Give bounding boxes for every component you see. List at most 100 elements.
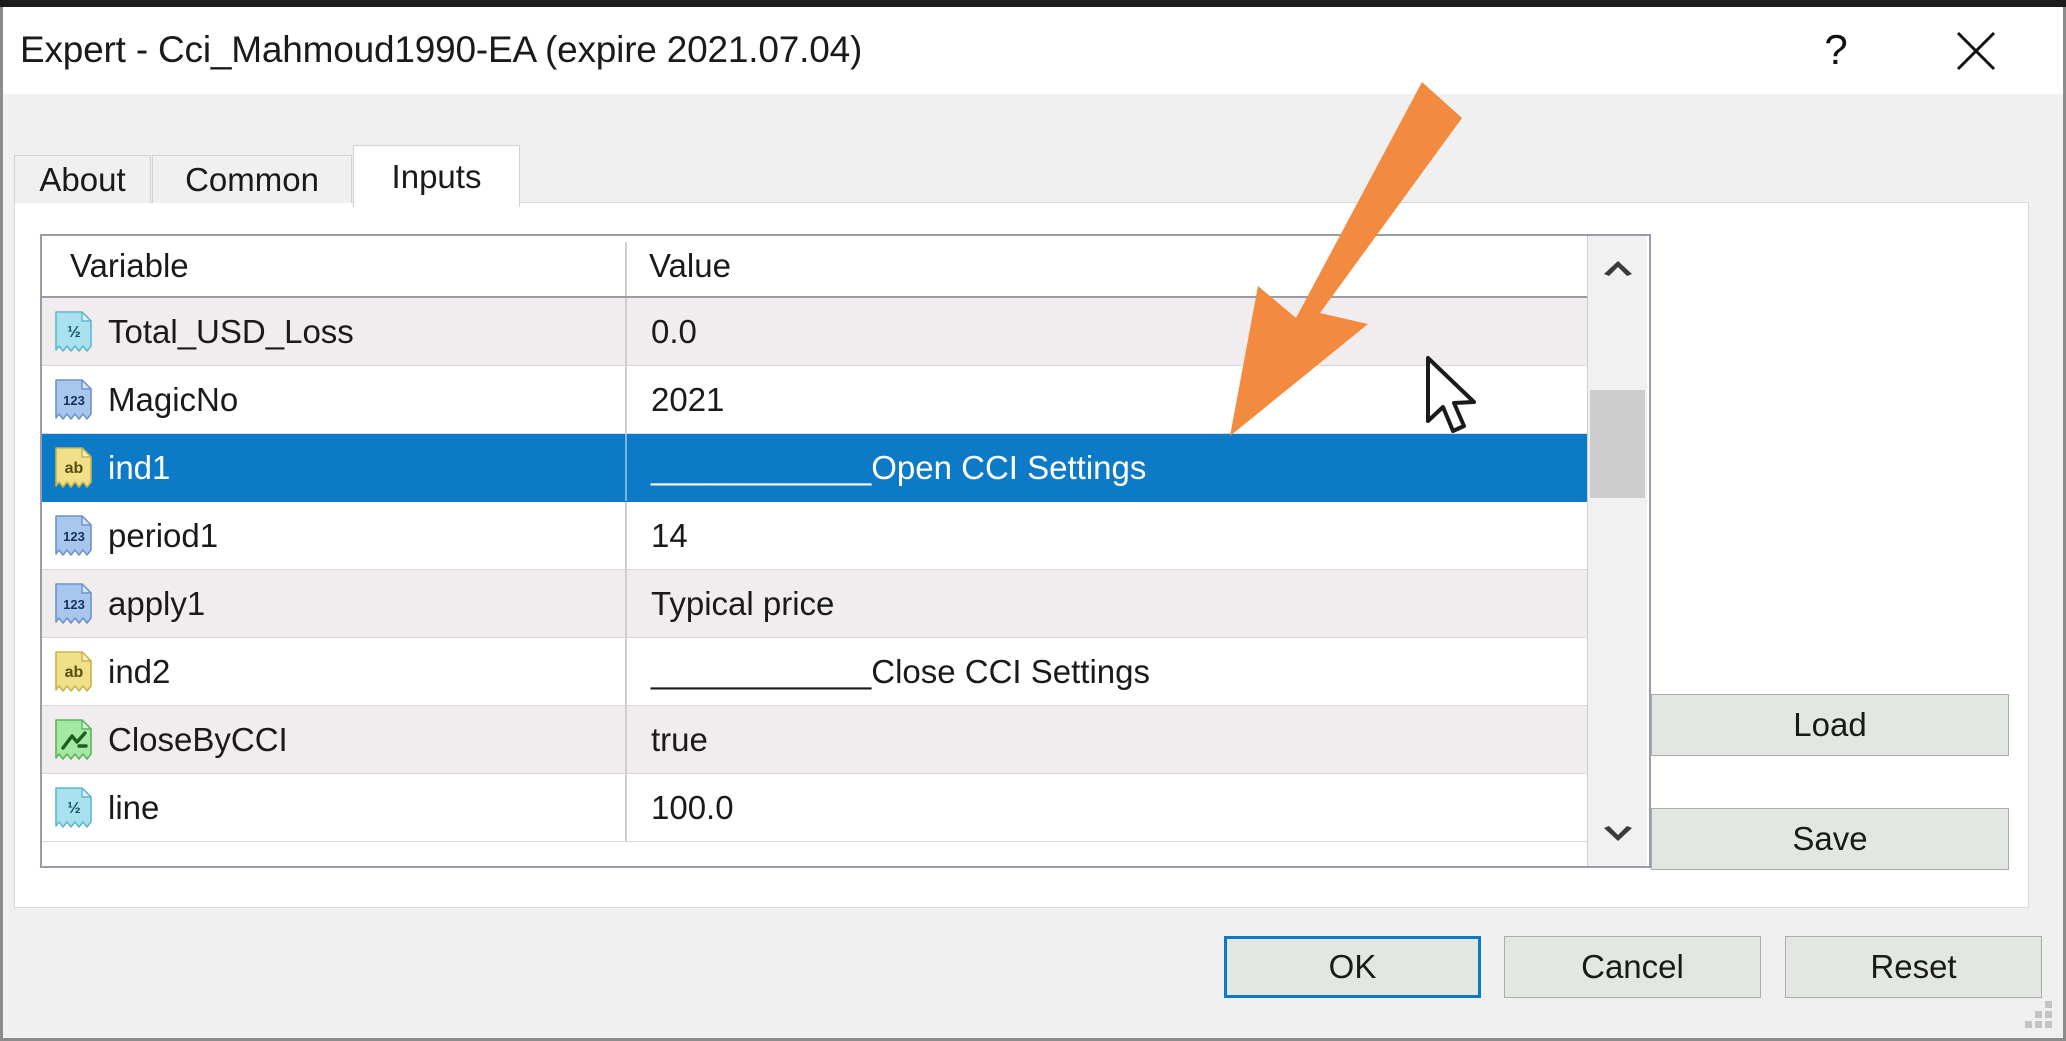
table-row[interactable]: 123 MagicNo 2021 [42,366,1587,434]
title-bar: Expert - Cci_Mahmoud1990-EA (expire 2021… [3,7,2063,94]
cell-variable[interactable]: ½ line [42,774,625,841]
variable-value: 0.0 [651,313,697,351]
cell-variable[interactable]: 123 MagicNo [42,366,625,433]
int-type-icon: 123 [54,514,94,558]
grid-header-row: Variable Value [42,236,1587,298]
cell-value[interactable]: ____________Close CCI Settings [627,638,1587,705]
tab-common-label: Common [185,161,319,199]
close-button[interactable] [1930,7,2022,94]
int-type-icon: 123 [54,378,94,422]
svg-text:123: 123 [63,393,85,408]
resize-grip[interactable] [2026,1001,2052,1027]
reset-button-label: Reset [1870,948,1956,986]
cell-variable[interactable]: CloseByCCI [42,706,625,773]
column-header-variable[interactable]: Variable [70,236,189,296]
double-type-icon: ½ [54,786,94,830]
variable-name: ind1 [108,449,170,487]
cell-value[interactable]: 100.0 [627,774,1587,841]
ok-button[interactable]: OK [1224,936,1481,998]
double-type-icon: ½ [54,786,94,830]
svg-text:ab: ab [65,664,84,681]
cell-value[interactable]: true [627,706,1587,773]
svg-text:½: ½ [67,324,80,341]
svg-text:ab: ab [65,460,84,477]
int-type-icon: 123 [54,582,94,626]
cell-value[interactable]: 2021 [627,366,1587,433]
string-type-icon: ab [54,446,94,490]
tab-common[interactable]: Common [152,155,352,203]
bool-type-icon [54,718,94,762]
svg-text:½: ½ [67,800,80,817]
scroll-down-button[interactable] [1588,804,1647,866]
help-button[interactable]: ? [1790,7,1882,94]
grid-rows: ½ Total_USD_Loss 0.0 123 MagicNo 2021 ab ind1 __… [42,298,1587,842]
int-type-icon: 123 [54,582,94,626]
variable-name: line [108,789,159,827]
window-top-border [0,0,2066,7]
table-row[interactable]: ab ind2 ____________Close CCI Settings [42,638,1587,706]
tab-inputs-label: Inputs [392,158,482,196]
cancel-button-label: Cancel [1581,948,1684,986]
variable-value: 100.0 [651,789,734,827]
inputs-grid-viewport: Variable Value ½ Total_USD_Loss 0.0 123 Magi… [42,236,1649,866]
cell-value[interactable]: ____________Open CCI Settings [627,434,1587,501]
string-type-icon: ab [54,650,94,694]
cell-variable[interactable]: 123 period1 [42,502,625,569]
tab-about[interactable]: About [14,155,151,203]
tab-strip: About Common Inputs [14,145,2044,203]
table-row[interactable]: ab ind1 ____________Open CCI Settings [42,434,1587,502]
svg-text:123: 123 [63,597,85,612]
save-button-label: Save [1792,820,1867,858]
svg-text:123: 123 [63,529,85,544]
scroll-up-button[interactable] [1588,236,1647,298]
column-header-value[interactable]: Value [649,236,731,296]
int-type-icon: 123 [54,514,94,558]
scrollbar-thumb[interactable] [1590,390,1645,498]
save-button[interactable]: Save [1651,808,2009,870]
tab-inputs[interactable]: Inputs [353,145,520,207]
chevron-up-icon [1601,256,1635,278]
variable-value: 14 [651,517,688,555]
bool-type-icon [54,718,94,762]
int-type-icon: 123 [54,378,94,422]
cell-value[interactable]: 0.0 [627,298,1587,365]
cell-variable[interactable]: 123 apply1 [42,570,625,637]
variable-name: Total_USD_Loss [108,313,354,351]
table-row[interactable]: 123 period1 14 [42,502,1587,570]
vertical-scrollbar[interactable] [1587,236,1647,866]
variable-name: ind2 [108,653,170,691]
inputs-grid: Variable Value ½ Total_USD_Loss 0.0 123 Magi… [40,234,1651,868]
ok-button-label: OK [1329,948,1377,986]
table-row[interactable]: 123 apply1 Typical price [42,570,1587,638]
variable-value: Typical price [651,585,834,623]
double-type-icon: ½ [54,310,94,354]
close-icon [1953,28,1999,74]
load-button[interactable]: Load [1651,694,2009,756]
cell-variable[interactable]: ab ind2 [42,638,625,705]
variable-name: period1 [108,517,218,555]
reset-button[interactable]: Reset [1785,936,2042,998]
window-title: Expert - Cci_Mahmoud1990-EA (expire 2021… [20,29,862,71]
variable-name: MagicNo [108,381,238,419]
variable-value: ____________Open CCI Settings [651,449,1146,487]
variable-name: CloseByCCI [108,721,288,759]
question-mark-icon: ? [1824,29,1847,71]
string-type-icon: ab [54,446,94,490]
header-column-separator [625,242,627,296]
tab-about-label: About [39,161,125,199]
table-row[interactable]: ½ Total_USD_Loss 0.0 [42,298,1587,366]
table-row[interactable]: CloseByCCI true [42,706,1587,774]
chevron-down-icon [1601,824,1635,846]
cell-value[interactable]: Typical price [627,570,1587,637]
load-button-label: Load [1793,706,1866,744]
variable-value: ____________Close CCI Settings [651,653,1150,691]
cell-value[interactable]: 14 [627,502,1587,569]
cancel-button[interactable]: Cancel [1504,936,1761,998]
cell-variable[interactable]: ½ Total_USD_Loss [42,298,625,365]
variable-value: 2021 [651,381,724,419]
variable-value: true [651,721,708,759]
cell-variable[interactable]: ab ind1 [42,434,625,501]
variable-name: apply1 [108,585,205,623]
double-type-icon: ½ [54,310,94,354]
table-row[interactable]: ½ line 100.0 [42,774,1587,842]
